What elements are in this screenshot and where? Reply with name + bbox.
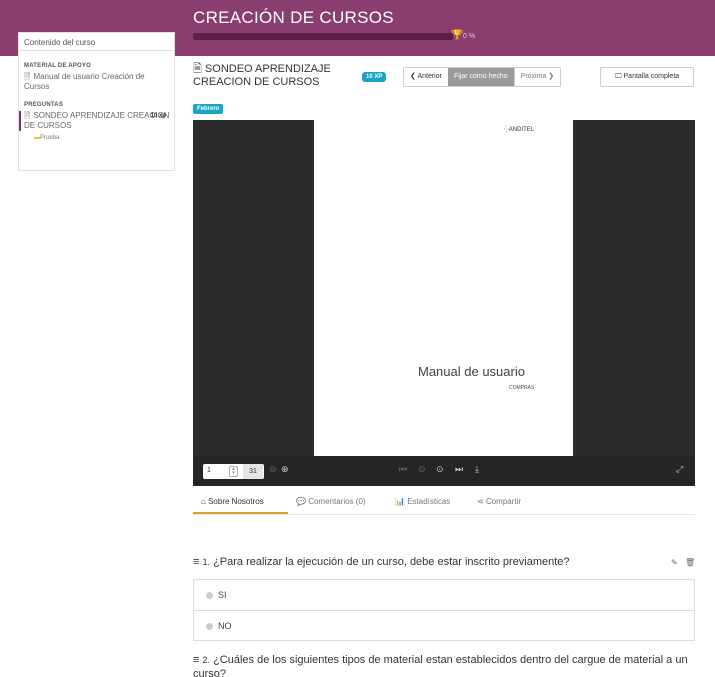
question-text: ¿Para realizar la ejecución de un curso,… <box>213 556 570 568</box>
course-content-sidebar: Contenido del curso MATERIAL DE APOYO 🗎 M… <box>18 32 175 171</box>
lesson-title-text: SONDEO APRENDIZAJE CREACION DE CURSOS <box>193 63 331 88</box>
drag-handle-icon[interactable]: ≡ <box>193 556 199 568</box>
expand-icon[interactable]: ⤢ <box>676 464 683 475</box>
company-logo-text: ANDITEL <box>508 127 535 133</box>
sidebar-item-sondeo[interactable]: 🗎 SONDEO APRENDIZAJE CREACION DE CURSOS 1… <box>19 111 174 131</box>
xp-badge: 10 XP <box>362 72 387 82</box>
company-logo: ⁛ANDITEL <box>504 127 535 133</box>
month-tag: Febrero <box>193 104 224 114</box>
answer-option[interactable]: SI <box>194 580 694 610</box>
tab-compartir[interactable]: ⋖ Compartir <box>477 497 521 506</box>
previous-page-icon[interactable]: ⊙ <box>418 464 426 475</box>
question-1: ≡ 1. ¿Para realizar la ejecución de un c… <box>193 555 663 569</box>
previous-button-label: Anterior <box>417 73 442 80</box>
page-number-control: 1 ▴ ▾ 31 <box>203 464 264 479</box>
pdf-page-title: Manual de usuario <box>418 364 525 379</box>
page-stepper[interactable]: ▴ ▾ <box>229 466 238 477</box>
tab-label: Estadísticas <box>407 497 451 506</box>
answer-label: NO <box>218 621 232 631</box>
file-pdf-icon: 🗎 <box>24 111 31 120</box>
chevron-right-icon: ❯ <box>548 73 555 80</box>
next-button-label: Próxima <box>520 73 547 80</box>
sidebar-item-manual[interactable]: 🗎 Manual de usuario Creación de Cursos <box>19 72 174 92</box>
chart-icon: 📊 <box>395 497 405 506</box>
home-icon: ⌂ <box>201 497 206 506</box>
previous-button[interactable]: ❮ Anterior <box>404 68 448 86</box>
question-number: 2. <box>202 655 210 665</box>
active-tab-indicator <box>193 512 288 514</box>
question-text: ¿Cuáles de los siguientes tipos de mater… <box>193 654 688 677</box>
trash-icon[interactable]: 🗑 <box>685 558 695 567</box>
question-actions: ✎ 🗑 <box>671 558 695 567</box>
comments-icon: 💬 <box>296 497 306 506</box>
chevron-left-icon: ❮ <box>410 73 416 80</box>
next-button[interactable]: Próxima ❯ <box>513 68 561 86</box>
course-title: CREACIÓN DE CURSOS <box>193 8 394 27</box>
page-total: 31 <box>243 464 263 479</box>
last-page-icon[interactable]: ⏭ <box>455 464 463 475</box>
lesson-nav-group: ❮ Anterior Fijar como hecho Próxima ❯ <box>403 67 562 87</box>
course-progress-bar <box>193 33 453 40</box>
answer-label: SI <box>218 590 227 600</box>
tab-comentarios[interactable]: 💬 Comentarios (0) <box>296 497 366 506</box>
zoom-out-icon[interactable]: ⊖ <box>269 464 277 475</box>
edit-icon[interactable]: ✎ <box>671 558 678 567</box>
sidebar-heading: Contenido del curso <box>19 33 174 51</box>
file-pdf-icon: 🗎 <box>24 72 31 81</box>
pdf-toolbar: 1 ▴ ▾ 31 ⊖ ⊕ ⏮ ⊙ ⊙ ⏭ ⤓ ⤢ <box>193 456 695 486</box>
sidebar-item-label: SONDEO APRENDIZAJE CREACION DE CURSOS <box>24 111 170 130</box>
course-progress-label: 0 % <box>463 33 476 40</box>
tab-label: Sobre Nosotros <box>208 497 264 506</box>
question-1-options: SI NO <box>193 579 695 641</box>
radio-button[interactable] <box>206 592 213 599</box>
pdf-page-subtitle: COMPRAS <box>509 385 535 391</box>
answer-option[interactable]: NO <box>194 610 694 640</box>
question-number: 1. <box>202 557 210 567</box>
sidebar-subitem-label: Prueba <box>40 135 60 141</box>
next-page-icon[interactable]: ⊙ <box>436 464 444 475</box>
tab-estadisticas[interactable]: 📊 Estadísticas <box>395 497 450 506</box>
first-page-icon[interactable]: ⏮ <box>399 464 407 475</box>
monitor-icon: 🖵 <box>614 73 622 80</box>
pdf-page: ⁛ANDITEL Manual de usuario COMPRAS <box>314 120 573 456</box>
pdf-viewer[interactable]: ⁛ANDITEL Manual de usuario COMPRAS 1 ▴ ▾ … <box>193 120 695 486</box>
tab-label: Compartir <box>485 497 522 506</box>
page-number-input[interactable]: 1 <box>207 467 229 474</box>
zoom-in-icon[interactable]: ⊕ <box>281 464 289 475</box>
sidebar-subitem-prueba[interactable]: ▬Prueba <box>19 135 174 141</box>
question-2: ≡ 2. ¿Cuáles de los siguientes tipos de … <box>193 653 693 677</box>
drag-handle-icon[interactable]: ≡ <box>193 654 199 666</box>
mark-done-button[interactable]: Fijar como hecho <box>447 68 514 86</box>
lesson-title: 🗎 SONDEO APRENDIZAJE CREACION DE CURSOS <box>193 63 363 89</box>
radio-button[interactable] <box>206 623 213 630</box>
fullscreen-button-label: Pantalla completa <box>623 73 680 80</box>
fullscreen-button[interactable]: 🖵 Pantalla completa <box>600 67 694 87</box>
tab-label: Comentarios (0) <box>308 497 366 506</box>
download-icon[interactable]: ⤓ <box>475 464 479 475</box>
file-pdf-icon: 🗎 <box>193 63 202 75</box>
lesson-tabs: ⌂ Sobre Nosotros 💬 Comentarios (0) 📊 Est… <box>193 491 695 515</box>
tab-sobre-nosotros[interactable]: ⌂ Sobre Nosotros <box>201 497 264 506</box>
sidebar-item-label: Manual de usuario Creación de Cursos <box>24 72 145 91</box>
sidebar-item-xp: 10 xp <box>150 113 166 119</box>
share-icon: ⋖ <box>477 497 484 506</box>
trophy-icon: 🏆 <box>451 30 464 41</box>
